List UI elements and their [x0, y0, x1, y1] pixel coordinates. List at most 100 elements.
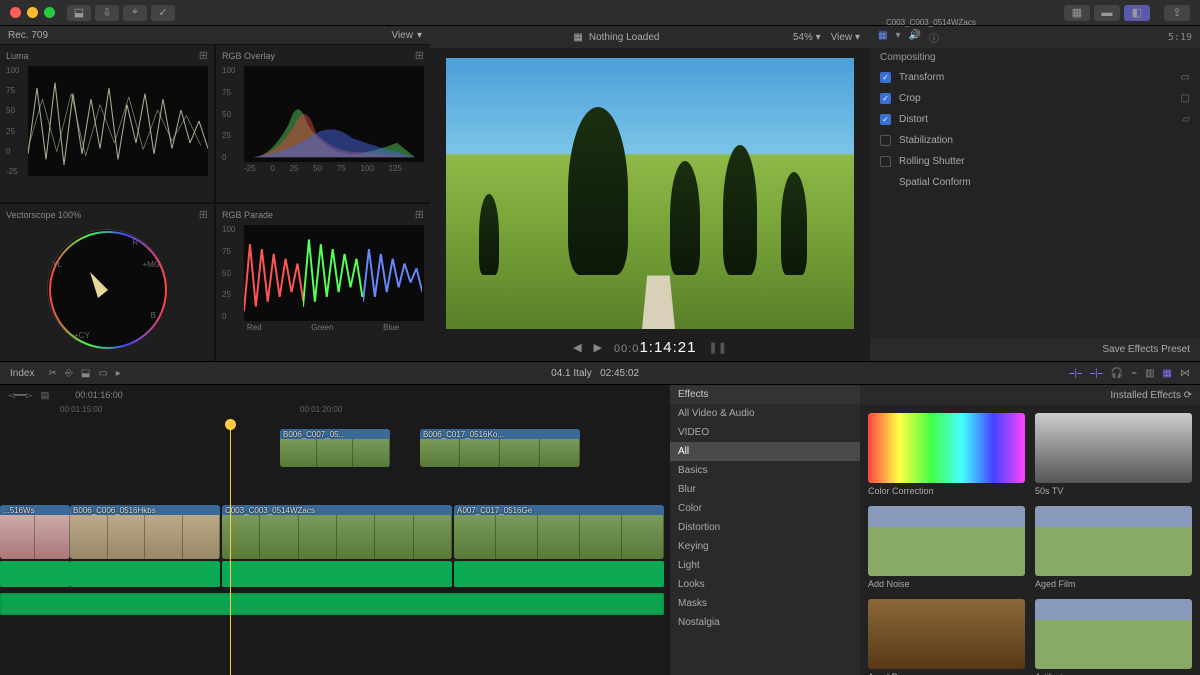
effects-category-color[interactable]: Color — [670, 499, 860, 518]
effects-category-looks[interactable]: Looks — [670, 575, 860, 594]
project-duration: 02:45:02 — [600, 368, 639, 379]
row-label: Distort — [899, 114, 928, 125]
inspector-row-stabilization[interactable]: Stabilization — [870, 130, 1200, 151]
browser-toggle[interactable]: ▦ — [1064, 5, 1090, 21]
effects-category-all[interactable]: All — [670, 442, 860, 461]
trim-tool-icon[interactable]: ✂ — [48, 368, 56, 379]
effect-50s-tv[interactable]: 50s TV — [1035, 413, 1192, 496]
background-tasks[interactable]: ✓ — [151, 5, 175, 21]
inspector-row-rolling-shutter[interactable]: Rolling Shutter — [870, 151, 1200, 172]
import-button[interactable]: ⇩ — [95, 5, 119, 21]
effects-library-menu[interactable]: Installed Effects ⟳ — [1110, 390, 1192, 401]
primary-clip[interactable]: A007_C017_0516Ge — [454, 505, 664, 559]
inspector-duration: 5:19 — [1168, 32, 1192, 43]
expand-icon[interactable]: ⊞ — [199, 208, 208, 221]
inspector-row-distort[interactable]: ✓ Distort ▱ — [870, 109, 1200, 130]
clip-appearance-icon[interactable]: ▥ — [1145, 368, 1154, 379]
checkbox[interactable] — [880, 156, 891, 167]
effects-category-nostalgia[interactable]: Nostalgia — [670, 613, 860, 632]
effect-color-correction[interactable]: Color Correction — [868, 413, 1025, 496]
effect-artifacts[interactable]: Artifacts — [1035, 599, 1192, 675]
play-icon[interactable]: ▶ — [594, 341, 602, 354]
reset-icon[interactable]: ▭ — [1181, 72, 1190, 83]
inspector-row-crop[interactable]: ✓Crop▢ — [870, 88, 1200, 109]
expand-icon[interactable]: ⊞ — [199, 49, 208, 62]
luma-yaxis: 1007550250-25 — [6, 66, 26, 176]
chevron-down-icon: ▾ — [417, 30, 422, 41]
library-toggle[interactable]: ⬓ — [67, 5, 91, 21]
share-button[interactable]: ⇪ — [1164, 5, 1190, 21]
audio-clip[interactable] — [0, 561, 70, 587]
effects-category-masks[interactable]: Masks — [670, 594, 860, 613]
maximize-window[interactable] — [44, 7, 55, 18]
keyword-button[interactable]: ⌖ — [123, 5, 147, 21]
expand-icon[interactable]: ⊞ — [415, 49, 424, 62]
effects-category-blur[interactable]: Blur — [670, 480, 860, 499]
effects-category-video[interactable]: VIDEO — [670, 423, 860, 442]
timeline-toggle[interactable]: ▬ — [1094, 5, 1120, 21]
zoom-menu[interactable]: 54% ▾ — [793, 32, 821, 43]
checkbox[interactable]: ✓ — [880, 72, 891, 83]
timeline[interactable]: ◅━━▻ ▤ 00:01:16:00 00:01:15:00 00:01:20:… — [0, 385, 670, 675]
effects-category-distortion[interactable]: Distortion — [670, 518, 860, 537]
timeline-ruler[interactable]: 00:01:15:00 00:01:20:00 — [0, 405, 670, 421]
primary-clip[interactable]: C003_C003_0514WZacs — [222, 505, 452, 559]
inspector-toggle[interactable]: ◧ — [1124, 5, 1150, 21]
audio-clip[interactable] — [454, 561, 664, 587]
inspector-row-spatial-conform[interactable]: Spatial Conform — [870, 172, 1200, 193]
vectorscope: Vectorscope 100%⊞ R +MG YL B +CY — [0, 204, 214, 361]
checkbox[interactable] — [880, 135, 891, 146]
reset-icon[interactable]: ▱ — [1182, 114, 1190, 125]
play-back-icon[interactable]: ◀ — [573, 341, 581, 354]
connected-clip[interactable]: B006_C007_05... — [280, 429, 390, 467]
timeline-timecode: 00:01:16:00 — [75, 390, 123, 400]
window-controls — [10, 7, 55, 18]
timeline-toolbar: Index ✂ ⎆ ⬓ ▭ ▸ 04.1 Italy 02:45:02 ⎯|⎯ … — [0, 361, 1200, 385]
effect-add-noise[interactable]: Add Noise — [868, 506, 1025, 589]
project-name: 04.1 Italy — [551, 368, 592, 379]
audio-skimming-icon[interactable]: ⎯|⎯ — [1090, 368, 1103, 379]
expand-icon[interactable]: ⊞ — [415, 208, 424, 221]
primary-clip[interactable]: ...516Ws — [0, 505, 70, 559]
reset-icon[interactable]: ▢ — [1181, 93, 1190, 104]
pause-icon[interactable]: ❚❚ — [708, 341, 726, 354]
inspector: ▦ ▾ 🔊 ⓘ C003_C003_0514WZacs 5:19 Composi… — [870, 26, 1200, 361]
audio-clip[interactable] — [70, 561, 220, 587]
clip-height-icon[interactable]: ▤ — [41, 390, 50, 401]
select-tool-icon[interactable]: ▸ — [116, 368, 121, 379]
music-clip[interactable] — [0, 593, 664, 615]
snapping-icon[interactable]: ⌁ — [1131, 368, 1137, 379]
viewer-canvas[interactable] — [446, 58, 854, 329]
checkbox[interactable]: ✓ — [880, 114, 891, 125]
minimize-window[interactable] — [27, 7, 38, 18]
effects-category-all-video-audio[interactable]: All Video & Audio — [670, 404, 860, 423]
effects-browser-icon[interactable]: ▦ — [1163, 368, 1172, 379]
primary-clip[interactable]: B006_C006_0516Hkbs — [70, 505, 220, 559]
transport-controls: ◀ ▶ 00:01:14:21 ❚❚ — [430, 333, 870, 361]
solo-icon[interactable]: 🎧 — [1111, 368, 1123, 379]
zoom-slider-icon[interactable]: ◅━━▻ — [8, 390, 33, 401]
playhead[interactable] — [230, 421, 231, 675]
insert-tool-icon[interactable]: ⬓ — [81, 368, 90, 379]
save-effects-preset[interactable]: Save Effects Preset — [870, 338, 1200, 361]
connected-clip[interactable]: B006_C017_0516Ko... — [420, 429, 580, 467]
timecode[interactable]: 00:01:14:21 — [614, 339, 696, 356]
timeline-index-button[interactable]: Index — [10, 368, 34, 379]
scopes-view-menu[interactable]: View — [391, 30, 413, 41]
viewer-title: Nothing Loaded — [589, 32, 660, 43]
effects-category-light[interactable]: Light — [670, 556, 860, 575]
effects-category-keying[interactable]: Keying — [670, 537, 860, 556]
skimming-icon[interactable]: ⎯|⎯ — [1069, 368, 1082, 379]
view-menu[interactable]: View ▾ — [831, 32, 860, 43]
audio-clip[interactable] — [222, 561, 452, 587]
transitions-browser-icon[interactable]: ⋈ — [1180, 368, 1190, 379]
effect-aged-film[interactable]: Aged Film — [1035, 506, 1192, 589]
inspector-row-transform[interactable]: ✓Transform▭ — [870, 67, 1200, 88]
luma-scope: Luma⊞ 1007550250-25 — [0, 45, 214, 202]
effect-aged-paper[interactable]: Aged Paper — [868, 599, 1025, 675]
close-window[interactable] — [10, 7, 21, 18]
connect-tool-icon[interactable]: ⎆ — [65, 368, 73, 379]
checkbox[interactable]: ✓ — [880, 93, 891, 104]
effects-category-basics[interactable]: Basics — [670, 461, 860, 480]
append-tool-icon[interactable]: ▭ — [98, 368, 107, 379]
